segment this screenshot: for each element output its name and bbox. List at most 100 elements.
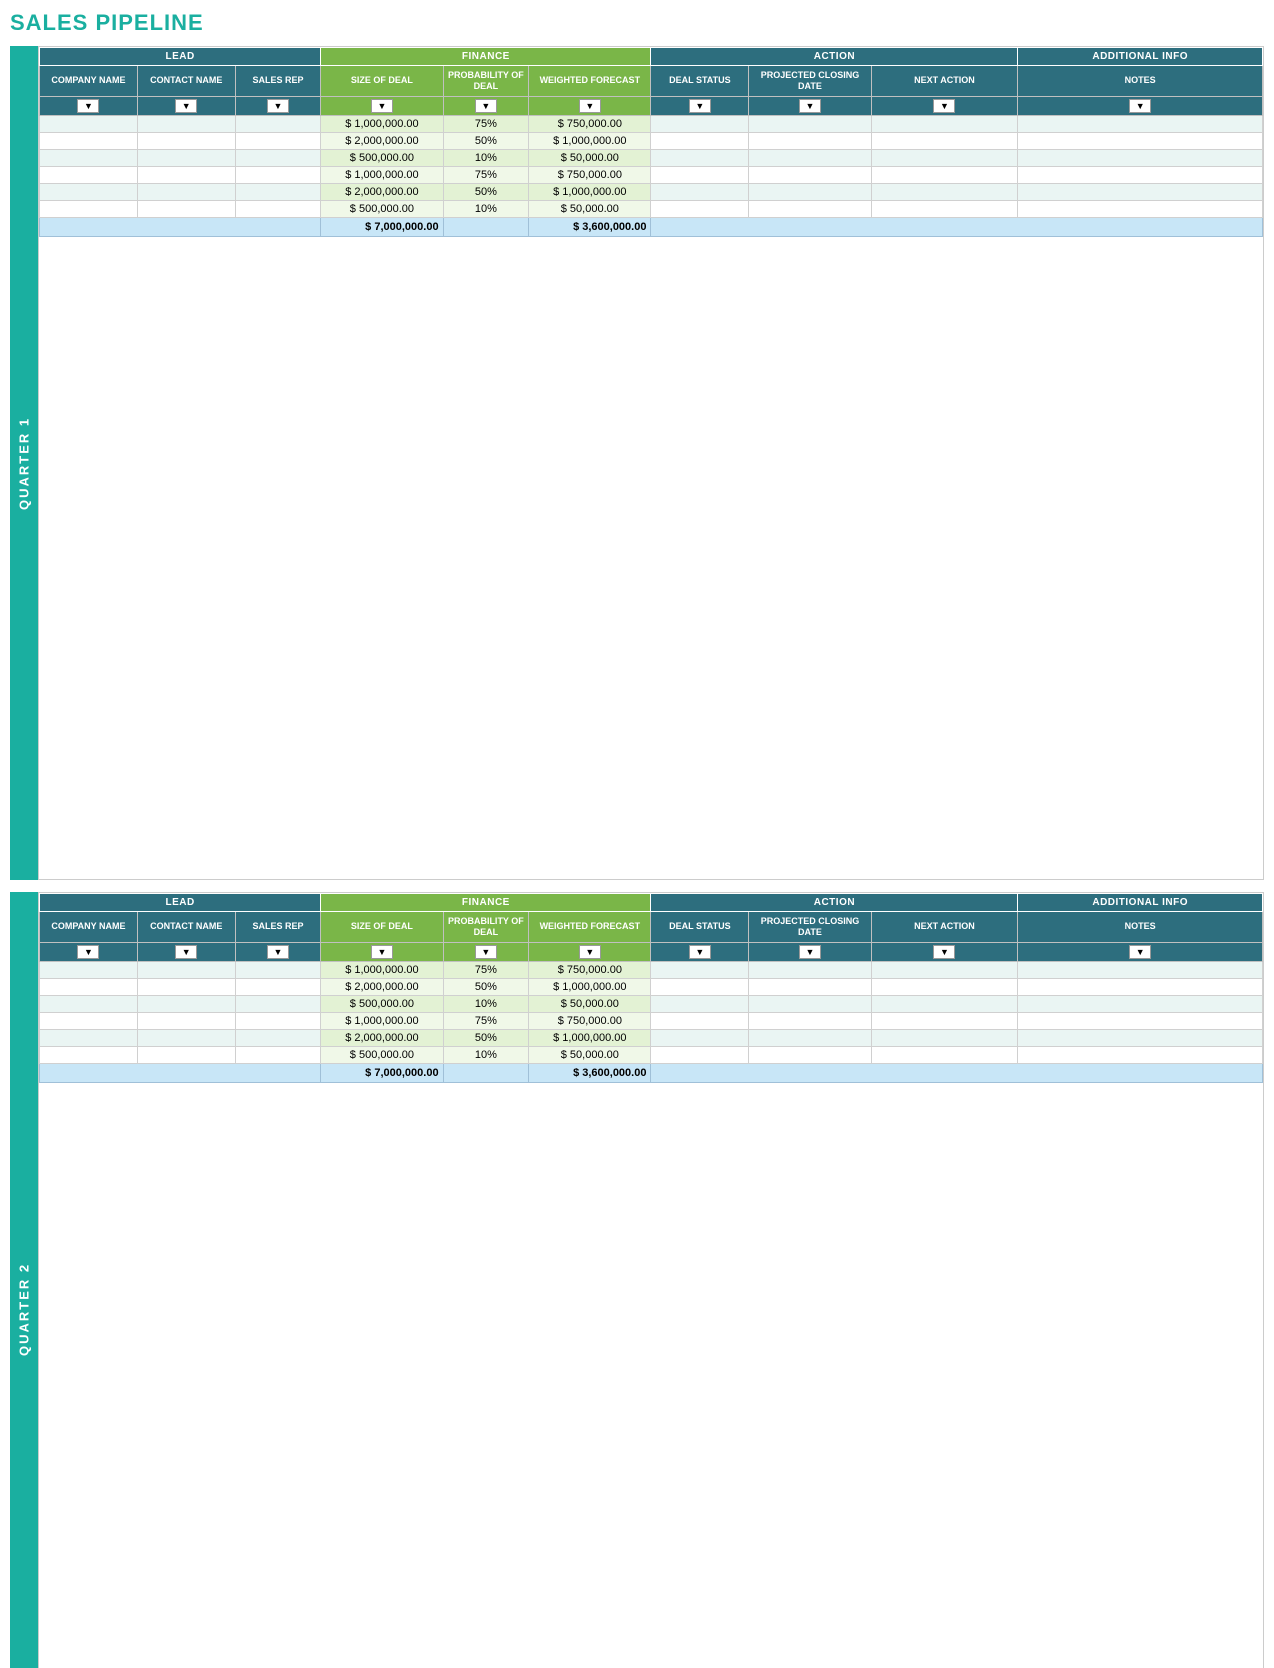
cell-notes bbox=[1018, 1029, 1263, 1046]
cell-company bbox=[40, 149, 138, 166]
filter-button-1[interactable]: ▼ bbox=[175, 99, 197, 113]
cell-salesrep bbox=[235, 1029, 321, 1046]
cell-prob: 75% bbox=[443, 166, 529, 183]
col-status: DEAL STATUS bbox=[651, 66, 749, 97]
filter-button-9[interactable]: ▼ bbox=[1129, 99, 1151, 113]
cell-deal: $ 1,000,000.00 bbox=[321, 166, 443, 183]
cell-contact bbox=[137, 132, 235, 149]
cell-notes bbox=[1018, 149, 1263, 166]
cell-company bbox=[40, 200, 138, 217]
cell-weighted: $ 750,000.00 bbox=[529, 1012, 651, 1029]
filter-button-2[interactable]: ▼ bbox=[267, 945, 289, 959]
filter-button-6[interactable]: ▼ bbox=[689, 99, 711, 113]
cell-salesrep bbox=[235, 961, 321, 978]
filter-button-3[interactable]: ▼ bbox=[371, 99, 393, 113]
col-weighted: WEIGHTED FORECAST bbox=[529, 66, 651, 97]
cell-deal: $ 2,000,000.00 bbox=[321, 978, 443, 995]
action-group-header: ACTION bbox=[651, 48, 1018, 66]
cell-next bbox=[871, 978, 1018, 995]
cell-contact bbox=[137, 115, 235, 132]
filter-button-0[interactable]: ▼ bbox=[77, 945, 99, 959]
filter-button-8[interactable]: ▼ bbox=[933, 99, 955, 113]
cell-status bbox=[651, 961, 749, 978]
cell-status bbox=[651, 149, 749, 166]
col-company: COMPANY NAME bbox=[40, 66, 138, 97]
table-row: $ 2,000,000.00 50% $ 1,000,000.00 bbox=[40, 978, 1263, 995]
cell-weighted: $ 1,000,000.00 bbox=[529, 132, 651, 149]
cell-contact bbox=[137, 166, 235, 183]
total-row: $ 7,000,000.00 $ 3,600,000.00 bbox=[40, 1063, 1263, 1082]
cell-contact bbox=[137, 1046, 235, 1063]
filter-button-7[interactable]: ▼ bbox=[799, 945, 821, 959]
table-row: $ 500,000.00 10% $ 50,000.00 bbox=[40, 995, 1263, 1012]
table-row: $ 500,000.00 10% $ 50,000.00 bbox=[40, 1046, 1263, 1063]
filter-button-3[interactable]: ▼ bbox=[371, 945, 393, 959]
col-notes: NOTES bbox=[1018, 912, 1263, 943]
table-row: $ 500,000.00 10% $ 50,000.00 bbox=[40, 149, 1263, 166]
cell-next bbox=[871, 115, 1018, 132]
cell-weighted: $ 50,000.00 bbox=[529, 1046, 651, 1063]
cell-closing bbox=[749, 115, 871, 132]
cell-next bbox=[871, 961, 1018, 978]
col-contact: CONTACT NAME bbox=[137, 912, 235, 943]
cell-deal: $ 500,000.00 bbox=[321, 995, 443, 1012]
cell-deal: $ 500,000.00 bbox=[321, 1046, 443, 1063]
filter-button-7[interactable]: ▼ bbox=[799, 99, 821, 113]
cell-prob: 10% bbox=[443, 995, 529, 1012]
col-next: NEXT ACTION bbox=[871, 912, 1018, 943]
filter-button-4[interactable]: ▼ bbox=[475, 99, 497, 113]
cell-weighted: $ 750,000.00 bbox=[529, 961, 651, 978]
col-prob: PROBABILITY OF DEAL bbox=[443, 912, 529, 943]
cell-prob: 10% bbox=[443, 149, 529, 166]
total-row: $ 7,000,000.00 $ 3,600,000.00 bbox=[40, 217, 1263, 236]
cell-company bbox=[40, 1012, 138, 1029]
cell-deal: $ 500,000.00 bbox=[321, 200, 443, 217]
cell-company bbox=[40, 115, 138, 132]
cell-status bbox=[651, 183, 749, 200]
cell-status bbox=[651, 200, 749, 217]
action-group-header: ACTION bbox=[651, 894, 1018, 912]
cell-closing bbox=[749, 166, 871, 183]
cell-closing bbox=[749, 149, 871, 166]
filter-button-0[interactable]: ▼ bbox=[77, 99, 99, 113]
cell-contact bbox=[137, 995, 235, 1012]
cell-weighted: $ 750,000.00 bbox=[529, 115, 651, 132]
cell-status bbox=[651, 115, 749, 132]
table-row: $ 500,000.00 10% $ 50,000.00 bbox=[40, 200, 1263, 217]
filter-button-4[interactable]: ▼ bbox=[475, 945, 497, 959]
filter-button-5[interactable]: ▼ bbox=[579, 945, 601, 959]
filter-button-9[interactable]: ▼ bbox=[1129, 945, 1151, 959]
cell-status bbox=[651, 1029, 749, 1046]
cell-weighted: $ 1,000,000.00 bbox=[529, 978, 651, 995]
cell-closing bbox=[749, 132, 871, 149]
page-title: SALES PIPELINE bbox=[10, 10, 1264, 36]
col-weighted: WEIGHTED FORECAST bbox=[529, 912, 651, 943]
lead-group-header: LEAD bbox=[40, 894, 321, 912]
cell-contact bbox=[137, 978, 235, 995]
col-company: COMPANY NAME bbox=[40, 912, 138, 943]
total-label bbox=[40, 1063, 321, 1082]
filter-button-6[interactable]: ▼ bbox=[689, 945, 711, 959]
cell-next bbox=[871, 200, 1018, 217]
table-row: $ 1,000,000.00 75% $ 750,000.00 bbox=[40, 115, 1263, 132]
additional-group-header: ADDITIONAL INFO bbox=[1018, 48, 1263, 66]
cell-next bbox=[871, 183, 1018, 200]
filter-button-8[interactable]: ▼ bbox=[933, 945, 955, 959]
cell-prob: 10% bbox=[443, 200, 529, 217]
cell-notes bbox=[1018, 1046, 1263, 1063]
cell-salesrep bbox=[235, 132, 321, 149]
filter-button-2[interactable]: ▼ bbox=[267, 99, 289, 113]
table-row: $ 2,000,000.00 50% $ 1,000,000.00 bbox=[40, 183, 1263, 200]
cell-closing bbox=[749, 1012, 871, 1029]
cell-deal: $ 2,000,000.00 bbox=[321, 183, 443, 200]
filter-button-5[interactable]: ▼ bbox=[579, 99, 601, 113]
cell-contact bbox=[137, 1012, 235, 1029]
cell-prob: 50% bbox=[443, 183, 529, 200]
cell-company bbox=[40, 1029, 138, 1046]
cell-deal: $ 2,000,000.00 bbox=[321, 132, 443, 149]
filter-button-1[interactable]: ▼ bbox=[175, 945, 197, 959]
cell-contact bbox=[137, 183, 235, 200]
total-weighted: $ 3,600,000.00 bbox=[529, 1063, 651, 1082]
cell-company bbox=[40, 166, 138, 183]
cell-notes bbox=[1018, 995, 1263, 1012]
